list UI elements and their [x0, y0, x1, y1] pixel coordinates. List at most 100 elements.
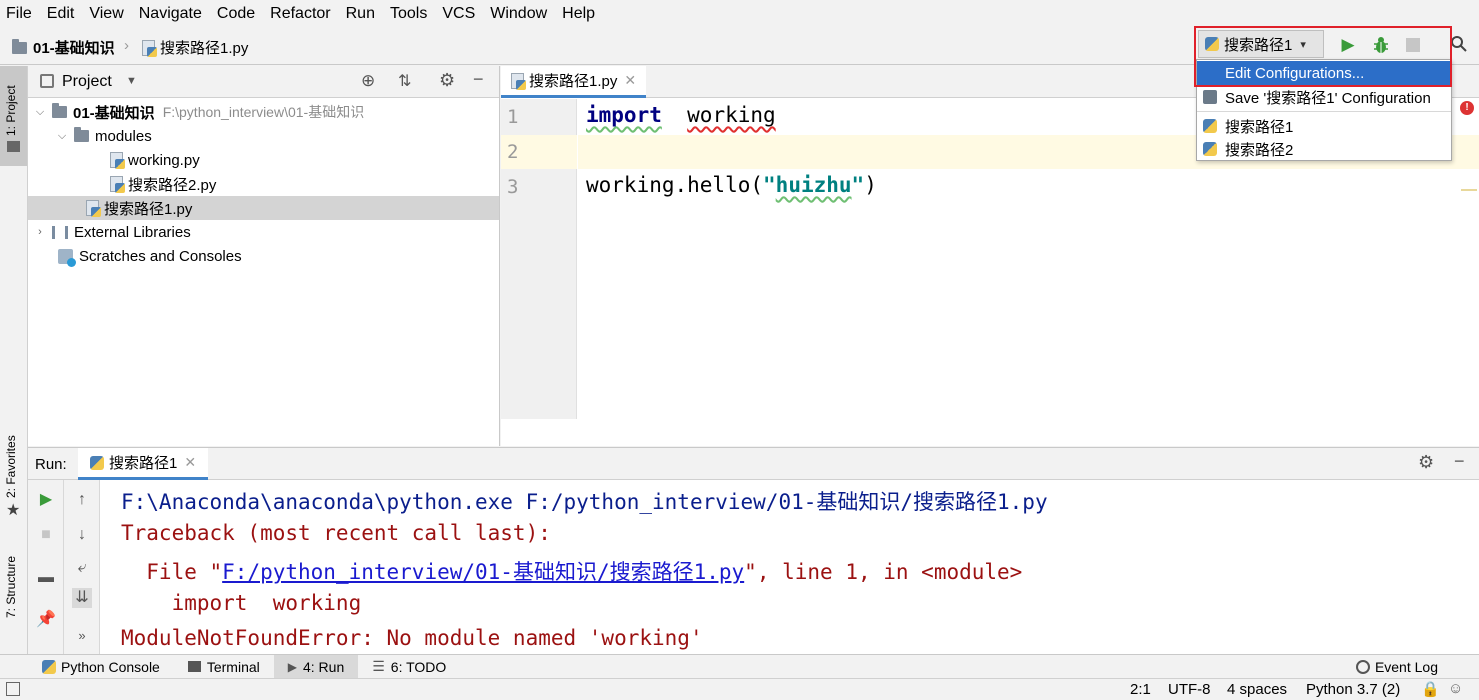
status-encoding[interactable]: UTF-8 — [1168, 681, 1211, 698]
debug-bug-icon[interactable] — [1370, 35, 1392, 61]
tab-todo[interactable]: ☰ 6: TODO — [358, 655, 460, 679]
tree-row-working-py[interactable]: working.py — [28, 148, 499, 172]
toggle-tool-windows-icon[interactable] — [6, 682, 20, 696]
chevron-down-icon[interactable]: ⌵ — [34, 106, 46, 119]
menu-item-config-2[interactable]: 搜索路径2 — [1197, 137, 1451, 161]
collapse-all-icon[interactable]: ⇅ — [398, 71, 411, 91]
menu-bar: File Edit View Navigate Code Refactor Ru… — [0, 0, 1479, 28]
python-file-icon — [142, 39, 157, 57]
python-file-icon — [110, 152, 125, 169]
folder-icon — [12, 38, 27, 54]
close-icon[interactable]: ✕ — [184, 454, 196, 471]
tab-project[interactable]: 1: Project — [4, 85, 18, 136]
line-number: 2 — [507, 141, 519, 163]
tab-python-console[interactable]: Python Console — [28, 655, 174, 679]
status-bar: 2:1 UTF-8 4 spaces Python 3.7 (2) 🔒 ☺ — [0, 678, 1479, 700]
inspector-icon[interactable]: ☺ — [1448, 680, 1463, 697]
menu-run[interactable]: Run — [346, 5, 375, 23]
tab-event-log[interactable]: Event Log — [1342, 655, 1452, 679]
scroll-down-icon[interactable]: ↓ — [72, 525, 92, 545]
project-panel-title[interactable]: Project — [62, 73, 112, 91]
tree-label: 01-基础知识 — [73, 104, 155, 122]
tree-label: External Libraries — [74, 223, 191, 241]
status-interpreter[interactable]: Python 3.7 (2) — [1306, 681, 1400, 698]
chevron-down-icon[interactable]: ⌵ — [56, 130, 68, 143]
tree-label: 搜索路径2.py — [128, 176, 217, 194]
chevron-right-icon[interactable]: › — [34, 226, 46, 238]
soft-wrap-icon[interactable]: ⤶ — [72, 558, 92, 578]
warning-stripe-mark[interactable] — [1461, 189, 1477, 191]
console-file-suffix: ", line 1, in <module> — [744, 560, 1023, 584]
layout-icon[interactable]: ▬ — [36, 568, 56, 588]
breadcrumb-project[interactable]: 01-基础知识 — [12, 37, 115, 58]
console-traceback: Traceback (most recent call last): — [121, 521, 551, 545]
scroll-up-icon[interactable]: ↑ — [72, 490, 92, 510]
tab-run[interactable]: ▶ 4: Run — [273, 654, 359, 679]
python-file-icon — [110, 176, 125, 193]
menu-refactor[interactable]: Refactor — [270, 5, 330, 23]
menu-navigate[interactable]: Navigate — [139, 5, 202, 23]
tree-row-search-path-2[interactable]: 搜索路径2.py — [28, 172, 499, 196]
menu-item-edit-configurations[interactable]: Edit Configurations... — [1197, 61, 1451, 85]
tab-label: Event Log — [1374, 658, 1438, 675]
tree-row-external-libraries[interactable]: › External Libraries — [28, 220, 499, 244]
tree-label: working.py — [128, 151, 200, 169]
more-icon[interactable]: » — [72, 626, 92, 646]
tree-row-scratches[interactable]: Scratches and Consoles — [28, 244, 499, 268]
search-icon[interactable] — [1449, 35, 1469, 59]
tab-terminal[interactable]: Terminal — [174, 655, 274, 679]
rerun-play-icon[interactable]: ▶ — [36, 490, 56, 510]
tab-search-path-1[interactable]: 搜索路径1.py ✕ — [501, 66, 647, 98]
hide-panel-icon[interactable]: − — [473, 69, 484, 90]
menu-help[interactable]: Help — [562, 5, 595, 23]
gear-icon[interactable]: ⚙ — [1418, 452, 1434, 473]
code-call: working.hello( — [586, 173, 764, 197]
menu-edit[interactable]: Edit — [47, 5, 75, 23]
event-log-icon — [1355, 659, 1370, 674]
tree-label: modules — [95, 127, 152, 145]
tree-row-search-path-1[interactable]: 搜索路径1.py — [28, 196, 499, 220]
stop-icon[interactable] — [1406, 38, 1420, 52]
locate-crosshair-icon[interactable]: ⊕ — [361, 71, 375, 91]
tab-structure[interactable]: 7: Structure — [4, 556, 18, 618]
tree-row-project-root[interactable]: ⌵ 01-基础知识 F:\python_interview\01-基础知识 — [28, 100, 499, 124]
menu-tools[interactable]: Tools — [390, 5, 427, 23]
python-file-icon — [86, 200, 101, 217]
console-import-line: import working — [121, 591, 362, 615]
run-play-icon[interactable]: ▶ — [1338, 35, 1358, 55]
code-line-3[interactable]: working.hello("huizhu") — [586, 173, 877, 197]
star-icon: ★ — [6, 502, 21, 519]
menu-file[interactable]: File — [6, 5, 32, 23]
menu-code[interactable]: Code — [217, 5, 255, 23]
chevron-down-icon[interactable]: ▼ — [126, 75, 137, 87]
pin-icon[interactable]: 📌 — [36, 610, 56, 630]
menu-window[interactable]: Window — [490, 5, 547, 23]
hide-panel-icon[interactable]: − — [1454, 451, 1465, 472]
run-configuration-selector[interactable]: 搜索路径1 ▾ — [1198, 30, 1324, 58]
tab-favorites[interactable]: 2: Favorites — [4, 435, 18, 498]
breadcrumb-file[interactable]: 搜索路径1.py — [142, 37, 248, 58]
lock-icon[interactable]: 🔒 — [1421, 680, 1440, 698]
menu-separator — [1197, 111, 1451, 112]
console-file-link[interactable]: F:/python_interview/01-基础知识/搜索路径1.py — [222, 560, 744, 584]
status-caret-position[interactable]: 2:1 — [1130, 681, 1151, 698]
project-view-icon — [40, 74, 54, 88]
error-indicator-icon[interactable]: ! — [1460, 101, 1474, 115]
stop-icon[interactable]: ■ — [36, 525, 56, 545]
run-tab[interactable]: 搜索路径1 ✕ — [78, 448, 209, 480]
close-icon[interactable]: ✕ — [624, 72, 636, 89]
gear-icon[interactable]: ⚙ — [439, 70, 455, 91]
console-error: ModuleNotFoundError: No module named 'wo… — [121, 626, 703, 650]
menu-view[interactable]: View — [89, 5, 123, 23]
list-icon: ☰ — [372, 658, 385, 674]
scroll-to-end-icon[interactable]: ⇊ — [72, 588, 92, 608]
tree-row-modules[interactable]: ⌵ modules — [28, 124, 499, 148]
menu-vcs[interactable]: VCS — [442, 5, 475, 23]
run-toolbar-secondary: ↑ ↓ ⤶ ⇊ » — [64, 480, 100, 655]
status-indent[interactable]: 4 spaces — [1227, 681, 1287, 698]
menu-item-save-configuration[interactable]: Save '搜索路径1' Configuration — [1197, 85, 1451, 109]
tab-label: Python Console — [61, 658, 160, 675]
code-line-1[interactable]: import working — [586, 103, 776, 127]
line-number: 3 — [507, 176, 519, 198]
menu-item-config-1[interactable]: 搜索路径1 — [1197, 114, 1451, 138]
